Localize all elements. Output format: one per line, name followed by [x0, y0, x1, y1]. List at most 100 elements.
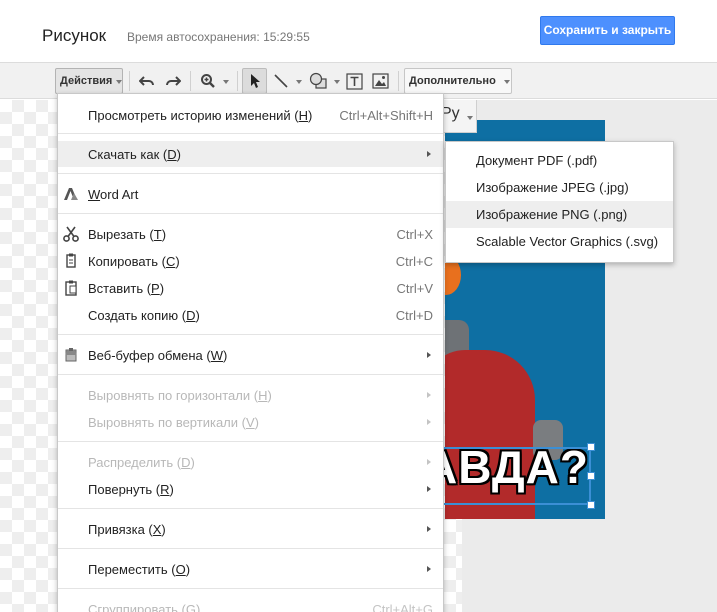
- menu-item-download-as[interactable]: Скачать как (D): [58, 141, 443, 167]
- menu-item-label: Распределить (D): [88, 455, 195, 470]
- select-tool-button[interactable]: [242, 68, 267, 94]
- menu-item-label: Привязка (X): [88, 522, 166, 537]
- menu-separator: [58, 374, 443, 375]
- chevron-down-icon: [467, 116, 473, 120]
- menu-item-label: Скачать как (D): [88, 147, 181, 162]
- menu-item-snap-to[interactable]: Привязка (X): [58, 516, 443, 542]
- chevron-right-icon: [427, 151, 431, 157]
- submenu-item-label: Изображение PNG (.png): [476, 207, 628, 222]
- chevron-right-icon: [427, 459, 431, 465]
- textbox-icon: [346, 73, 363, 90]
- resize-handle[interactable]: [587, 443, 595, 451]
- menu-separator: [58, 508, 443, 509]
- menu-item-duplicate[interactable]: Создать копию (D) Ctrl+D: [58, 302, 443, 328]
- chevron-down-icon: [296, 80, 302, 84]
- menu-separator: [58, 133, 443, 134]
- submenu-item-svg[interactable]: Scalable Vector Graphics (.svg): [446, 228, 673, 255]
- drawing-title[interactable]: Рисунок: [42, 26, 106, 46]
- chevron-down-icon: [116, 80, 122, 84]
- menu-separator: [58, 173, 443, 174]
- shape-icon: [309, 72, 327, 89]
- menu-separator: [58, 213, 443, 214]
- menu-item-align-horizontal[interactable]: Выровнять по горизонтали (H): [58, 382, 443, 408]
- menu-separator: [58, 548, 443, 549]
- menu-item-shortcut: Ctrl+Alt+Shift+H: [339, 108, 433, 123]
- download-as-submenu: Документ PDF (.pdf) Изображение JPEG (.j…: [445, 141, 674, 263]
- zoom-button[interactable]: [196, 68, 232, 94]
- menu-separator: [58, 441, 443, 442]
- menu-item-label: Веб-буфер обмена (W): [88, 348, 228, 363]
- undo-icon: [139, 76, 154, 86]
- actions-menu: Просмотреть историю изменений (Н) Ctrl+A…: [57, 93, 444, 612]
- menu-item-label: Выровнять по горизонтали (H): [88, 388, 272, 403]
- menu-separator: [58, 334, 443, 335]
- line-icon: [274, 74, 288, 88]
- submenu-item-png[interactable]: Изображение PNG (.png): [446, 201, 673, 228]
- chevron-right-icon: [427, 566, 431, 572]
- undo-button[interactable]: [135, 68, 159, 94]
- menu-item-label: Word Art: [88, 187, 139, 202]
- submenu-item-pdf[interactable]: Документ PDF (.pdf): [446, 147, 673, 174]
- menu-item-order[interactable]: Переместить (O): [58, 556, 443, 582]
- toolbar-divider: [237, 71, 238, 91]
- scissors-icon: [63, 226, 79, 242]
- menu-item-label: Вырезать (Т): [88, 227, 167, 242]
- chevron-down-icon: [223, 80, 229, 84]
- cursor-icon: [251, 74, 260, 88]
- actions-menu-label: Действия: [60, 75, 113, 87]
- menu-item-shortcut: Ctrl+C: [395, 254, 433, 269]
- menu-item-revision-history[interactable]: Просмотреть историю изменений (Н) Ctrl+A…: [58, 102, 443, 128]
- menu-item-shortcut: Ctrl+X: [396, 227, 433, 242]
- menu-separator: [58, 588, 443, 589]
- toolbar-divider: [398, 71, 399, 91]
- menu-item-rotate[interactable]: Повернуть (R): [58, 476, 443, 502]
- menu-item-label: Сгруппировать (G): [88, 602, 201, 612]
- menu-item-shortcut: Ctrl+V: [396, 281, 433, 296]
- menu-item-label: Повернуть (R): [88, 482, 174, 497]
- toolbar-divider: [190, 71, 191, 91]
- menu-item-label: Выровнять по вертикали (V): [88, 415, 259, 430]
- image-icon: [372, 73, 389, 89]
- menu-item-cut[interactable]: Вырезать (Т) Ctrl+X: [58, 221, 443, 247]
- image-tool-button[interactable]: [368, 68, 392, 94]
- menu-item-copy[interactable]: Копировать (С) Ctrl+C: [58, 248, 443, 274]
- menu-item-shortcut: Ctrl+Alt+G: [372, 602, 433, 612]
- menu-item-web-clipboard[interactable]: Веб-буфер обмена (W): [58, 342, 443, 368]
- redo-button[interactable]: [161, 68, 185, 94]
- menu-item-distribute[interactable]: Распределить (D): [58, 449, 443, 475]
- submenu-item-jpeg[interactable]: Изображение JPEG (.jpg): [446, 174, 673, 201]
- submenu-item-label: Документ PDF (.pdf): [476, 153, 598, 168]
- menu-item-paste[interactable]: Вставить (Р) Ctrl+V: [58, 275, 443, 301]
- copy-icon: [66, 253, 76, 268]
- resize-handle[interactable]: [587, 501, 595, 509]
- menu-item-label: Создать копию (D): [88, 308, 200, 323]
- line-tool-button[interactable]: [269, 68, 305, 94]
- chevron-right-icon: [427, 352, 431, 358]
- chevron-right-icon: [427, 392, 431, 398]
- menu-item-label: Копировать (С): [88, 254, 180, 269]
- chevron-right-icon: [427, 419, 431, 425]
- actions-menu-button[interactable]: Действия: [55, 68, 123, 94]
- chevron-right-icon: [427, 526, 431, 532]
- clipboard-icon: [65, 348, 77, 362]
- paste-icon: [65, 280, 77, 296]
- chevron-down-icon: [504, 80, 510, 84]
- save-and-close-button[interactable]: Сохранить и закрыть: [540, 16, 675, 45]
- menu-item-align-vertical[interactable]: Выровнять по вертикали (V): [58, 409, 443, 435]
- resize-handle[interactable]: [587, 472, 595, 480]
- menu-item-word-art[interactable]: Word Art: [58, 181, 443, 207]
- more-menu-button[interactable]: Дополнительно: [404, 68, 512, 94]
- autosave-status: Время автосохранения: 15:29:55: [127, 30, 310, 44]
- menu-item-label: Вставить (Р): [88, 281, 165, 296]
- shape-tool-button[interactable]: [306, 68, 342, 94]
- zoom-icon: [201, 74, 215, 88]
- more-menu-label: Дополнительно: [409, 75, 496, 87]
- textbox-tool-button[interactable]: [342, 68, 366, 94]
- menu-item-label: Переместить (O): [88, 562, 191, 577]
- submenu-item-label: Scalable Vector Graphics (.svg): [476, 234, 659, 249]
- word-art-icon: [64, 188, 78, 200]
- toolbar-divider: [129, 71, 130, 91]
- selection-frame: [424, 447, 591, 505]
- menu-item-group[interactable]: Сгруппировать (G) Ctrl+Alt+G: [58, 596, 443, 612]
- menu-item-label: Просмотреть историю изменений (Н): [88, 108, 313, 123]
